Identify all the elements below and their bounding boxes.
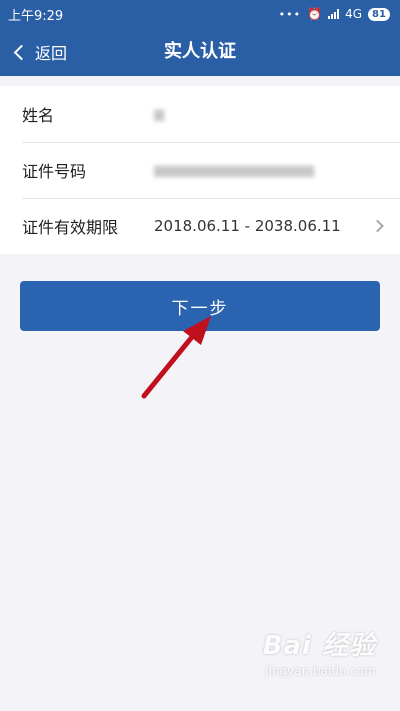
- row-label: 证件号码: [22, 162, 87, 181]
- chevron-right-icon: [371, 219, 384, 233]
- row-validity-period[interactable]: 证件有效期限 2018.06.11 - 2038.06.11: [0, 198, 400, 254]
- network-type: 4G: [345, 7, 362, 21]
- more-dots-icon: •••: [278, 7, 302, 21]
- back-button[interactable]: 返回: [12, 28, 67, 76]
- battery-icon: 81: [368, 7, 390, 21]
- status-bar: 上午9:29 ••• ⏰ 4G 81: [0, 0, 400, 28]
- validity-period-value: 2018.06.11 - 2038.06.11: [154, 217, 341, 235]
- back-label: 返回: [35, 44, 68, 63]
- row-label: 证件有效期限: [22, 218, 119, 237]
- next-step-button[interactable]: 下一步: [20, 281, 380, 331]
- row-id-number: 证件号码 ▆▆▆▆▆▆▆▆▆▆▆▆▆▆▆▆: [0, 142, 400, 198]
- watermark-site: jingyan.baidu.com: [265, 664, 376, 678]
- watermark: Bai 经验 jingyan.baidu.com: [263, 625, 376, 678]
- name-value-redacted: ▆: [154, 106, 164, 122]
- id-number-value-redacted: ▆▆▆▆▆▆▆▆▆▆▆▆▆▆▆▆: [154, 162, 314, 178]
- screen: 上午9:29 ••• ⏰ 4G 81 实人认证 返回 姓名 ▆ 证件号码 ▆▆▆…: [0, 0, 400, 711]
- signal-icon: [328, 9, 340, 19]
- status-time: 上午9:29: [8, 8, 64, 24]
- chevron-left-icon: [13, 44, 30, 60]
- row-label: 姓名: [22, 106, 55, 125]
- status-icons: ••• ⏰ 4G 81: [279, 7, 390, 21]
- row-name: 姓名 ▆: [0, 86, 400, 142]
- identity-info-list: 姓名 ▆ 证件号码 ▆▆▆▆▆▆▆▆▆▆▆▆▆▆▆▆ 证件有效期限 2018.0…: [0, 86, 400, 254]
- watermark-brand: Bai 经验: [262, 631, 376, 661]
- nav-bar: 实人认证 返回: [0, 28, 400, 76]
- alarm-icon: ⏰: [307, 7, 323, 21]
